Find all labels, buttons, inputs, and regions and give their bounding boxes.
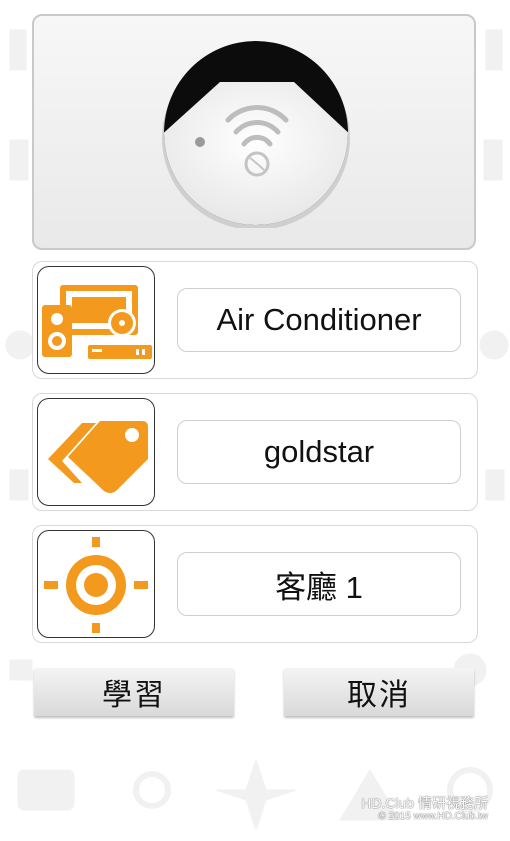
bg-shape [9,659,33,681]
cancel-button[interactable]: 取消 [284,668,474,716]
brand-field[interactable]: goldstar [177,420,461,484]
learn-button[interactable]: 學習 [34,668,234,716]
bg-shape [485,469,505,501]
camera-bg-icon [17,769,75,811]
snowflake-bg-icon [215,758,297,832]
sun-bg-icon [133,771,171,809]
bg-shape [9,139,29,181]
location-icon-box[interactable] [37,530,155,638]
tv-system-icon [42,285,152,359]
watermark: HD.Club 情研視務所 © 2015 www.HD.Club.tw [361,795,488,823]
device-type-field[interactable]: Air Conditioner [177,288,461,352]
bg-shape [5,330,35,360]
location-field[interactable]: 客廳 1 [177,552,461,616]
watermark-line2: © 2015 www.HD.Club.tw [378,811,488,822]
bg-shape [483,139,503,181]
device-type-icon-box[interactable] [37,266,155,374]
target-icon [44,537,148,633]
bg-shape [9,469,29,501]
bg-shape [479,330,509,360]
location-row[interactable]: 客廳 1 [32,525,478,643]
brand-row[interactable]: goldstar [32,393,478,511]
brand-icon-box[interactable] [37,398,155,506]
watermark-line1: HD.Club 情研視務所 [361,795,488,811]
tag-icon [48,421,148,493]
device-type-row[interactable]: Air Conditioner [32,261,478,379]
ir-blaster-device-icon [162,41,350,228]
bg-shape [9,29,27,71]
device-preview-panel [32,14,476,250]
bg-shape [485,29,503,71]
